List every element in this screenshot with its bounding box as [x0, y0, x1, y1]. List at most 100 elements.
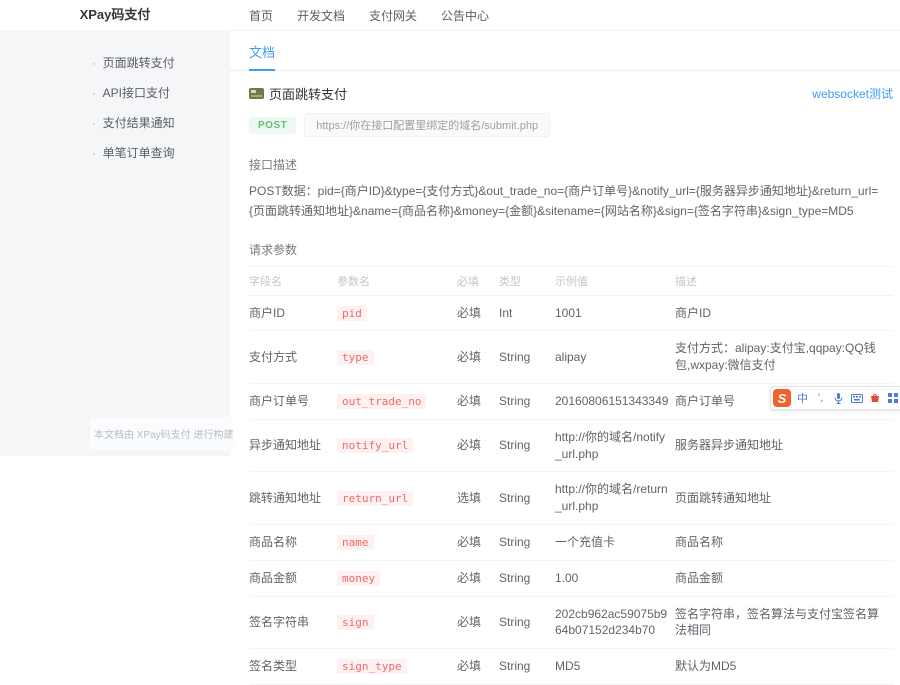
cell-field: 跳转通知地址: [249, 472, 337, 525]
cell-type: String: [499, 596, 555, 649]
sidebar-menu-item-label: 单笔订单查询: [103, 146, 175, 160]
cell-field: 异步通知地址: [249, 419, 337, 472]
table-row: 签名字符串 sign 必填 String 202cb962ac59075b964…: [249, 596, 893, 649]
ime-language-icon[interactable]: 中: [796, 392, 809, 405]
cell-param: sign: [337, 596, 457, 649]
websocket-test-link[interactable]: websocket测试: [812, 85, 893, 102]
cell-field: 签名类型: [249, 649, 337, 685]
ime-grid-icon[interactable]: [886, 392, 899, 405]
table-row: 签名类型 sign_type 必填 String MD5 默认为MD5: [249, 649, 893, 685]
top-nav-item[interactable]: 支付网关: [369, 7, 417, 24]
endpoint-title-wrap: 页面跳转支付: [249, 84, 347, 103]
page-badge-icon: [249, 88, 264, 99]
endpoint-title: 页面跳转支付: [269, 84, 347, 103]
cell-required: 必填: [457, 419, 499, 472]
content: 页面跳转支付 websocket测试 POST https://你在接口配置里绑…: [230, 84, 900, 685]
cell-desc: 商品金额: [675, 560, 893, 596]
ime-shop-icon[interactable]: [868, 392, 881, 405]
cell-field: 商户ID: [249, 295, 337, 331]
cell-required: 必填: [457, 383, 499, 419]
bullet-icon: ·: [92, 58, 96, 70]
cell-field: 签名字符串: [249, 596, 337, 649]
cell-desc: 支付方式：alipay:支付宝,qqpay:QQ钱包,wxpay:微信支付: [675, 331, 893, 384]
sidebar-panel: ·页面跳转支付 ·API接口支付 ·支付结果通知 ·单笔订单查询 本文档由 XP…: [0, 30, 230, 456]
param-code-badge: type: [337, 350, 374, 365]
param-code-badge: sign: [337, 615, 374, 630]
cell-type: String: [499, 419, 555, 472]
sidebar-menu: ·页面跳转支付 ·API接口支付 ·支付结果通知 ·单笔订单查询: [0, 30, 230, 161]
endpoint-row: POST https://你在接口配置里绑定的域名/submit.php: [249, 113, 893, 137]
bullet-icon: ·: [92, 118, 96, 130]
param-code-badge: return_url: [337, 491, 413, 506]
cell-required: 选填: [457, 472, 499, 525]
sidebar-menu-item[interactable]: ·支付结果通知: [92, 114, 230, 131]
top-nav-item[interactable]: 开发文档: [297, 7, 345, 24]
http-method-badge: POST: [249, 117, 296, 134]
param-code-badge: money: [337, 571, 380, 586]
ime-microphone-icon[interactable]: [832, 392, 845, 405]
sogou-logo-icon[interactable]: S: [773, 389, 791, 407]
cell-param: return_url: [337, 472, 457, 525]
col-header-required: 必填: [457, 266, 499, 295]
col-header-param: 参数名: [337, 266, 457, 295]
col-header-field: 字段名: [249, 266, 337, 295]
top-nav-item[interactable]: 首页: [249, 7, 273, 24]
cell-desc: 签名字符串，签名算法与支付宝签名算法相同: [675, 596, 893, 649]
cell-param: name: [337, 524, 457, 560]
param-code-badge: name: [337, 535, 374, 550]
tab-bar: 文档: [230, 31, 900, 71]
table-row: 跳转通知地址 return_url 选填 String http://你的域名/…: [249, 472, 893, 525]
param-code-badge: notify_url: [337, 438, 413, 453]
cell-type: String: [499, 524, 555, 560]
top-nav-item[interactable]: 公告中心: [441, 7, 489, 24]
cell-required: 必填: [457, 596, 499, 649]
sidebar-menu-item-label: API接口支付: [103, 86, 170, 100]
cell-example: http://你的域名/return_url.php: [555, 472, 675, 525]
cell-example: 20160806151343349: [555, 383, 675, 419]
sidebar: XPay码支付 ·页面跳转支付 ·API接口支付 ·支付结果通知 ·单笔订单查询…: [0, 0, 230, 456]
bullet-icon: ·: [92, 88, 96, 100]
sidebar-footer-note: 本文档由 XPay码支付 进行构建: [90, 417, 234, 450]
ime-punctuation-icon[interactable]: ’,: [814, 392, 827, 405]
cell-example: 1001: [555, 295, 675, 331]
cell-example: MD5: [555, 649, 675, 685]
cell-required: 必填: [457, 331, 499, 384]
cell-type: String: [499, 472, 555, 525]
post-data-text: POST数据：pid={商户ID}&type={支付方式}&out_trade_…: [249, 182, 893, 222]
cell-desc: 页面跳转通知地址: [675, 472, 893, 525]
cell-param: type: [337, 331, 457, 384]
cell-required: 必填: [457, 295, 499, 331]
sidebar-menu-item[interactable]: ·单笔订单查询: [92, 144, 230, 161]
col-header-example: 示例值: [555, 266, 675, 295]
cell-example: 一个充值卡: [555, 524, 675, 560]
ime-toolbar: S 中 ’,: [770, 386, 900, 410]
cell-type: String: [499, 560, 555, 596]
cell-field: 商户订单号: [249, 383, 337, 419]
cell-type: Int: [499, 295, 555, 331]
param-code-badge: out_trade_no: [337, 394, 426, 409]
cell-desc: 商户ID: [675, 295, 893, 331]
sidebar-menu-item-label: 页面跳转支付: [103, 56, 175, 70]
cell-param: sign_type: [337, 649, 457, 685]
ime-keyboard-icon[interactable]: [850, 392, 863, 405]
table-row: 商品金额 money 必填 String 1.00 商品金额: [249, 560, 893, 596]
cell-desc: 服务器异步通知地址: [675, 419, 893, 472]
cell-example: http://你的域名/notify_url.php: [555, 419, 675, 472]
cell-field: 商品金额: [249, 560, 337, 596]
cell-field: 支付方式: [249, 331, 337, 384]
param-code-badge: sign_type: [337, 659, 407, 674]
sidebar-menu-item[interactable]: · API接口支付: [92, 84, 230, 101]
cell-example: alipay: [555, 331, 675, 384]
param-code-badge: pid: [337, 306, 367, 321]
cell-required: 必填: [457, 560, 499, 596]
section-interface-description: 接口描述: [249, 156, 893, 173]
cell-example: 202cb962ac59075b964b07152d234b70: [555, 596, 675, 649]
cell-param: out_trade_no: [337, 383, 457, 419]
tab-document[interactable]: 文档: [249, 42, 275, 71]
cell-field: 商品名称: [249, 524, 337, 560]
table-row: 商品名称 name 必填 String 一个充值卡 商品名称: [249, 524, 893, 560]
endpoint-url: https://你在接口配置里绑定的域名/submit.php: [304, 113, 550, 137]
sidebar-menu-item[interactable]: · 页面跳转支付: [92, 54, 230, 71]
top-nav: 首页 开发文档 支付网关 公告中心: [230, 0, 900, 31]
cell-param: notify_url: [337, 419, 457, 472]
